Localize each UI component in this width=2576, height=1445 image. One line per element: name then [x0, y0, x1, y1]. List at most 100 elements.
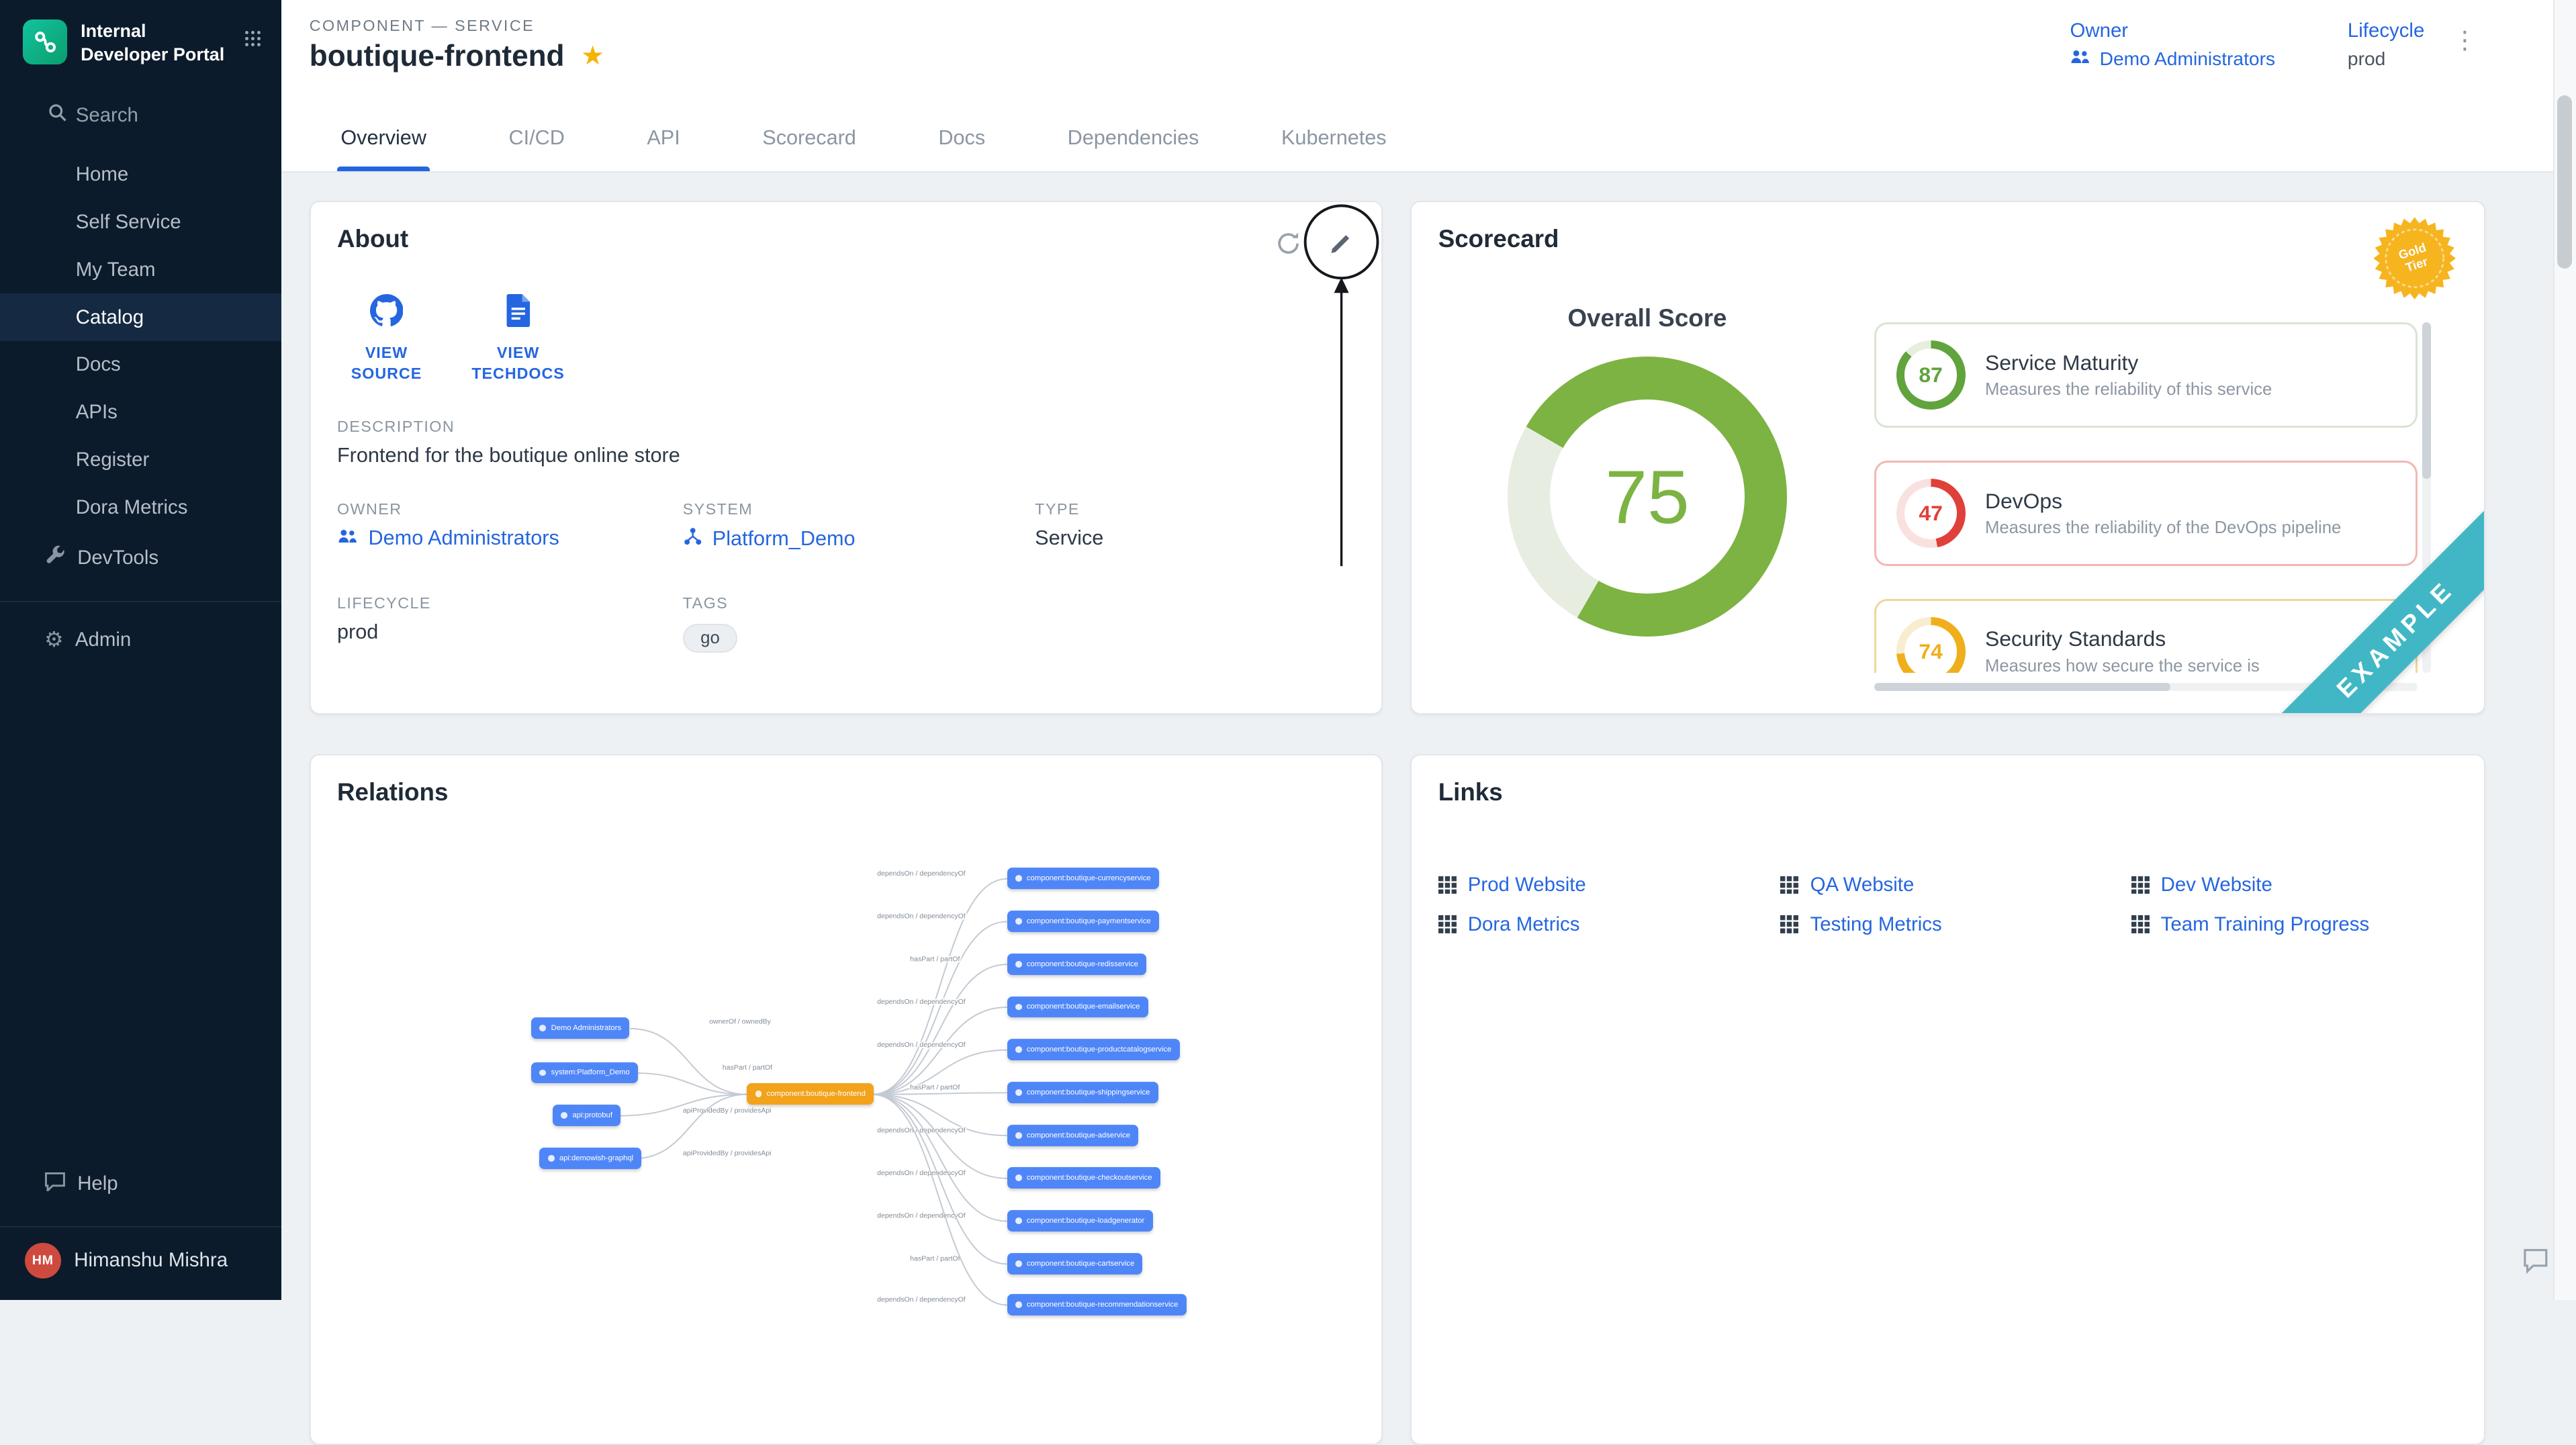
sidebar-item-docs[interactable]: Docs: [0, 341, 281, 389]
graph-node-component-boutique-frontend[interactable]: component:boutique-frontend: [747, 1083, 874, 1105]
sidebar-item-dora-metrics[interactable]: Dora Metrics: [0, 483, 281, 531]
graph-node-component-boutique-redisservice[interactable]: component:boutique-redisservice: [1007, 953, 1147, 975]
score-name: Service Maturity: [1985, 351, 2272, 375]
help-label: Help: [77, 1172, 118, 1195]
app-title: Internal Developer Portal: [81, 19, 230, 66]
owner-meta: Owner Demo Administrators: [2070, 19, 2275, 69]
view-source-button[interactable]: VIEW SOURCE: [334, 294, 439, 384]
sidebar-item-catalog[interactable]: Catalog: [0, 293, 281, 341]
logo-row: Internal Developer Portal: [0, 0, 281, 80]
sidebar-spacer: [0, 665, 281, 1158]
sidebar-nav: HomeSelf ServiceMy TeamCatalogDocsAPIsRe…: [0, 151, 281, 531]
link-dev-website[interactable]: Dev Website: [2131, 874, 2458, 896]
grid-icon: [1438, 876, 1457, 894]
about-title: About: [337, 225, 408, 253]
help-icon: [44, 1172, 66, 1197]
page-title: boutique-frontend: [310, 40, 565, 73]
tab-api[interactable]: API: [643, 126, 683, 171]
sidebar-item-help[interactable]: Help: [0, 1158, 281, 1210]
page-header: COMPONENT — SERVICE boutique-frontend ★ …: [281, 0, 2552, 173]
score-gauge: 74: [1896, 617, 1966, 673]
favorite-star-icon[interactable]: ★: [581, 43, 604, 69]
svg-text:dependsOn / dependencyOf: dependsOn / dependencyOf: [877, 1040, 966, 1048]
scorecard-list: 87Service MaturityMeasures the reliabili…: [1874, 322, 2418, 673]
sidebar-item-my-team[interactable]: My Team: [0, 246, 281, 294]
tag-chip[interactable]: go: [683, 624, 738, 653]
graph-node-api-protobuf[interactable]: api:protobuf: [553, 1105, 620, 1126]
breadcrumb: COMPONENT — SERVICE: [310, 17, 535, 35]
graph-node-component-boutique-cartservice[interactable]: component:boutique-cartservice: [1007, 1253, 1143, 1274]
link-dora-metrics[interactable]: Dora Metrics: [1438, 913, 1781, 936]
entity-meta: Owner Demo Administrators Lifecycle prod: [2070, 19, 2424, 69]
score-item-devops[interactable]: 47DevOpsMeasures the reliability of the …: [1874, 461, 2418, 566]
graph-node-component-boutique-adservice[interactable]: component:boutique-adservice: [1007, 1125, 1139, 1146]
graph-node-component-boutique-shippingservice[interactable]: component:boutique-shippingservice: [1007, 1082, 1158, 1103]
svg-text:hasPart / partOf: hasPart / partOf: [910, 1254, 960, 1262]
techdocs-icon: [504, 294, 533, 334]
description-label: DESCRIPTION: [337, 418, 680, 436]
refresh-icon[interactable]: [1272, 227, 1305, 260]
link-testing-metrics[interactable]: Testing Metrics: [1780, 913, 2131, 936]
svg-text:ownerOf / ownedBy: ownerOf / ownedBy: [709, 1017, 772, 1025]
svg-text:dependsOn / dependencyOf: dependsOn / dependencyOf: [877, 1126, 966, 1134]
tab-scorecard[interactable]: Scorecard: [759, 126, 859, 171]
wrench-icon: [44, 545, 66, 571]
apps-grid-icon[interactable]: [244, 25, 262, 54]
tab-overview[interactable]: Overview: [337, 126, 429, 171]
graph-node-component-boutique-emailservice[interactable]: component:boutique-emailservice: [1007, 996, 1148, 1018]
graph-node-component-boutique-checkoutservice[interactable]: component:boutique-checkoutservice: [1007, 1168, 1160, 1189]
score-item-service-maturity[interactable]: 87Service MaturityMeasures the reliabili…: [1874, 322, 2418, 428]
graph-node-component-boutique-paymentservice[interactable]: component:boutique-paymentservice: [1007, 911, 1159, 932]
sidebar-search[interactable]: Search: [0, 90, 281, 142]
about-card: About VIEW SOURCE VIEW TECHDOCS DESCRIPT…: [310, 201, 1383, 714]
graph-node-component-boutique-currencyservice[interactable]: component:boutique-currencyservice: [1007, 868, 1159, 889]
graph-node-component-boutique-productcatalogservice[interactable]: component:boutique-productcatalogservice: [1007, 1039, 1180, 1060]
view-techdocs-button[interactable]: VIEW TECHDOCS: [465, 294, 571, 384]
tab-kubernetes[interactable]: Kubernetes: [1278, 126, 1389, 171]
svg-text:apiProvidedBy / providesApi: apiProvidedBy / providesApi: [683, 1106, 772, 1114]
search-icon: [48, 103, 67, 128]
grid-icon: [1780, 876, 1798, 894]
graph-node-component-boutique-recommendationservice[interactable]: component:boutique-recommendationservice: [1007, 1294, 1187, 1315]
graph-node-system-platform-demo[interactable]: system:Platform_Demo: [531, 1062, 638, 1084]
page-scrollbar[interactable]: [2553, 0, 2576, 1300]
edit-icon[interactable]: [1325, 227, 1358, 260]
user-profile[interactable]: HM Himanshu Mishra: [0, 1227, 281, 1300]
sidebar-item-self-service[interactable]: Self Service: [0, 199, 281, 246]
svg-text:dependsOn / dependencyOf: dependsOn / dependencyOf: [877, 1169, 966, 1177]
graph-node-api-demowish-graphql[interactable]: api:demowish-graphql: [539, 1148, 641, 1169]
overall-score-value: 75: [1508, 357, 1788, 637]
chat-icon[interactable]: [2522, 1248, 2550, 1280]
graph-node-component-boutique-loadgenerator[interactable]: component:boutique-loadgenerator: [1007, 1210, 1153, 1231]
tabs: Overview CI/CD API Scorecard Docs Dependencie…: [337, 126, 1389, 171]
gear-icon: ⚙: [44, 629, 64, 651]
owner-link[interactable]: Demo Administrators: [2070, 48, 2275, 70]
relations-graph: dependsOn / dependencyOf dependsOn / depe…: [311, 755, 1381, 1444]
lifecycle-value: prod: [2348, 48, 2424, 70]
svg-text:hasPart / partOf: hasPart / partOf: [910, 1083, 960, 1091]
owner-value-link[interactable]: Demo Administrators: [337, 526, 683, 550]
sidebar-item-home[interactable]: Home: [0, 151, 281, 199]
link-prod-website[interactable]: Prod Website: [1438, 874, 1781, 896]
tab-dependencies[interactable]: Dependencies: [1064, 126, 1203, 171]
scorecard-title: Scorecard: [1438, 225, 1559, 253]
sidebar-item-devtools[interactable]: DevTools: [0, 531, 281, 584]
tab-docs[interactable]: Docs: [935, 126, 988, 171]
sidebar-item-register[interactable]: Register: [0, 436, 281, 484]
page-scrollbar-thumb[interactable]: [2557, 95, 2572, 268]
sidebar-item-apis[interactable]: APIs: [0, 389, 281, 436]
system-value-link[interactable]: Platform_Demo: [683, 526, 1036, 551]
sidebar-item-admin[interactable]: ⚙ Admin: [0, 616, 281, 665]
link-team-training-progress[interactable]: Team Training Progress: [2131, 913, 2458, 936]
more-menu-icon[interactable]: ⋮: [2452, 28, 2477, 53]
app-logo[interactable]: [23, 19, 67, 64]
tab-ci-cd[interactable]: CI/CD: [506, 126, 568, 171]
svg-text:dependsOn / dependencyOf: dependsOn / dependencyOf: [877, 869, 966, 877]
about-fields: OWNER Demo Administrators SYSTEM Platfor…: [337, 500, 1103, 653]
overall-score-donut: 75: [1508, 357, 1788, 637]
score-description: Measures the reliability of the DevOps p…: [1985, 518, 2341, 538]
graph-node-demo-administrators[interactable]: Demo Administrators: [531, 1017, 629, 1039]
search-label: Search: [76, 104, 138, 127]
link-qa-website[interactable]: QA Website: [1780, 874, 2131, 896]
about-actions: VIEW SOURCE VIEW TECHDOCS: [334, 294, 571, 384]
